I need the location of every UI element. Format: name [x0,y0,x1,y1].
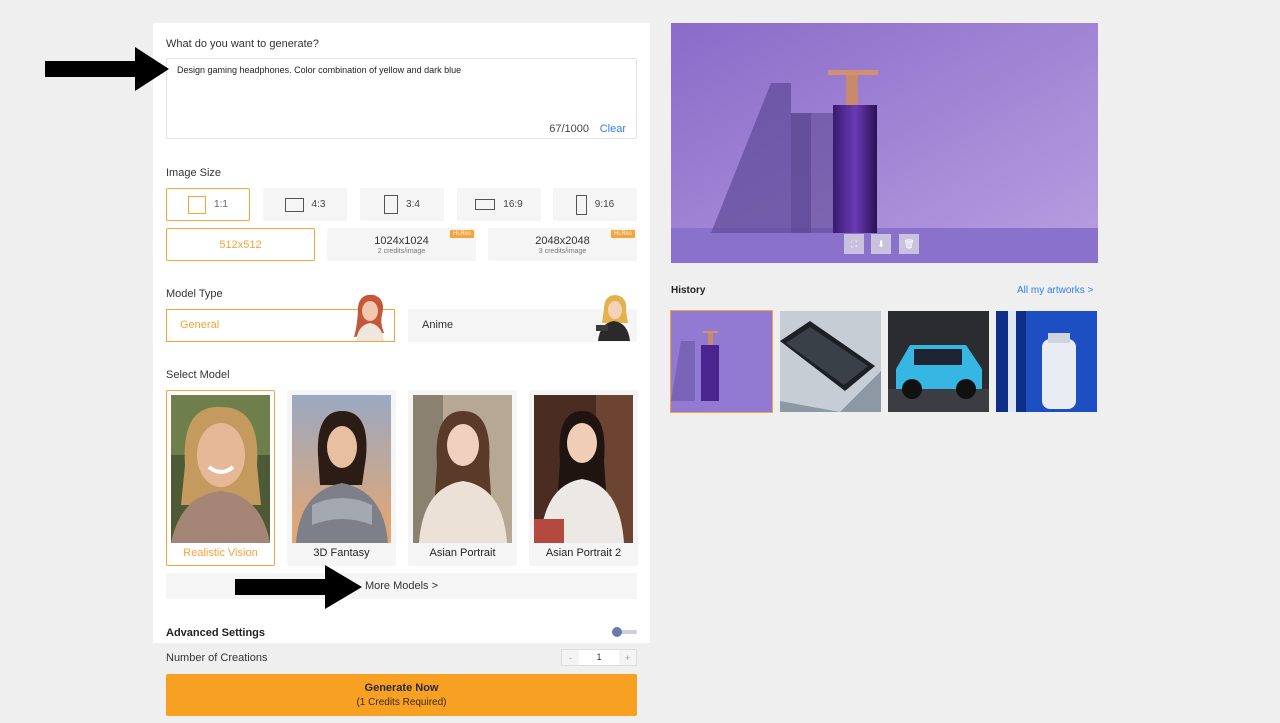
generate-now-button[interactable]: Generate Now (1 Credits Required) [166,674,637,716]
history-thumbnail[interactable] [670,310,773,413]
resolution-1024-button[interactable]: 1024x1024 2 credits/image Hi.Res [327,228,476,261]
ratio-16-9-button[interactable]: 16:9 [457,188,541,221]
hi-res-badge: Hi.Res [610,230,635,238]
portrait-shape-icon [384,195,399,214]
model-type-general[interactable]: General [166,294,395,342]
asian-portrait-thumbnail [413,395,512,543]
char-counter: 67/1000 [549,123,589,135]
ratio-9-16-button[interactable]: 9:16 [553,188,637,221]
all-artworks-link[interactable]: All my artworks > [1017,285,1093,296]
prompt-textarea[interactable]: Design gaming headphones. Color combinat… [166,58,637,139]
delete-icon[interactable]: 🗑 [899,234,919,254]
model-card-asian-portrait[interactable]: Asian Portrait [408,390,517,566]
history-thumbnail[interactable] [888,311,989,412]
model-card-3d-fantasy[interactable]: 3D Fantasy [287,390,396,566]
realistic-vision-thumbnail [171,395,270,543]
history-thumbnail[interactable] [780,311,881,412]
wide-shape-icon [475,199,496,210]
advanced-settings-label: Advanced Settings [166,627,266,639]
advanced-settings-toggle[interactable] [612,627,637,637]
decrement-button[interactable]: - [562,650,579,665]
model-card-asian-portrait-2[interactable]: Asian Portrait 2 [529,390,638,566]
model-type-anime[interactable]: Anime [408,295,637,342]
resolution-2048-button[interactable]: 2048x2048 3 credits/image Hi.Res [488,228,637,261]
number-of-creations-label: Number of Creations [166,652,268,664]
model-type-label: Model Type [166,288,223,300]
generated-image-preview[interactable] [671,23,1098,263]
prompt-label: What do you want to generate? [166,38,319,50]
hi-res-badge: Hi.Res [449,230,474,238]
increment-button[interactable]: + [619,650,636,665]
ratio-4-3-button[interactable]: 4:3 [263,188,347,221]
creations-value[interactable]: 1 [579,650,619,665]
creations-stepper[interactable]: - 1 + [561,649,637,666]
select-model-label: Select Model [166,369,230,381]
tall-shape-icon [575,194,587,215]
image-size-label: Image Size [166,167,222,179]
history-thumbnail[interactable] [996,311,1097,412]
arrow-annotation-icon [45,47,169,91]
ratio-1-1-button[interactable]: 1:1 [166,188,250,221]
download-icon[interactable]: ⬇ [871,234,891,254]
anime-avatar-image [594,293,632,341]
model-card-realistic-vision[interactable]: Realistic Vision [166,390,275,566]
3d-fantasy-thumbnail [292,395,391,543]
square-shape-icon [188,195,207,214]
general-avatar-image [350,293,388,341]
history-title: History [671,285,706,296]
ratio-3-4-button[interactable]: 3:4 [360,188,444,221]
clear-button[interactable]: Clear [600,123,626,135]
asian-portrait-2-thumbnail [534,395,633,543]
landscape-shape-icon [284,197,304,212]
fullscreen-icon[interactable]: ⛶ [844,234,864,254]
arrow-annotation-icon [235,565,362,609]
resolution-512-button[interactable]: 512x512 [166,228,315,261]
prompt-text[interactable]: Design gaming headphones. Color combinat… [177,65,461,75]
